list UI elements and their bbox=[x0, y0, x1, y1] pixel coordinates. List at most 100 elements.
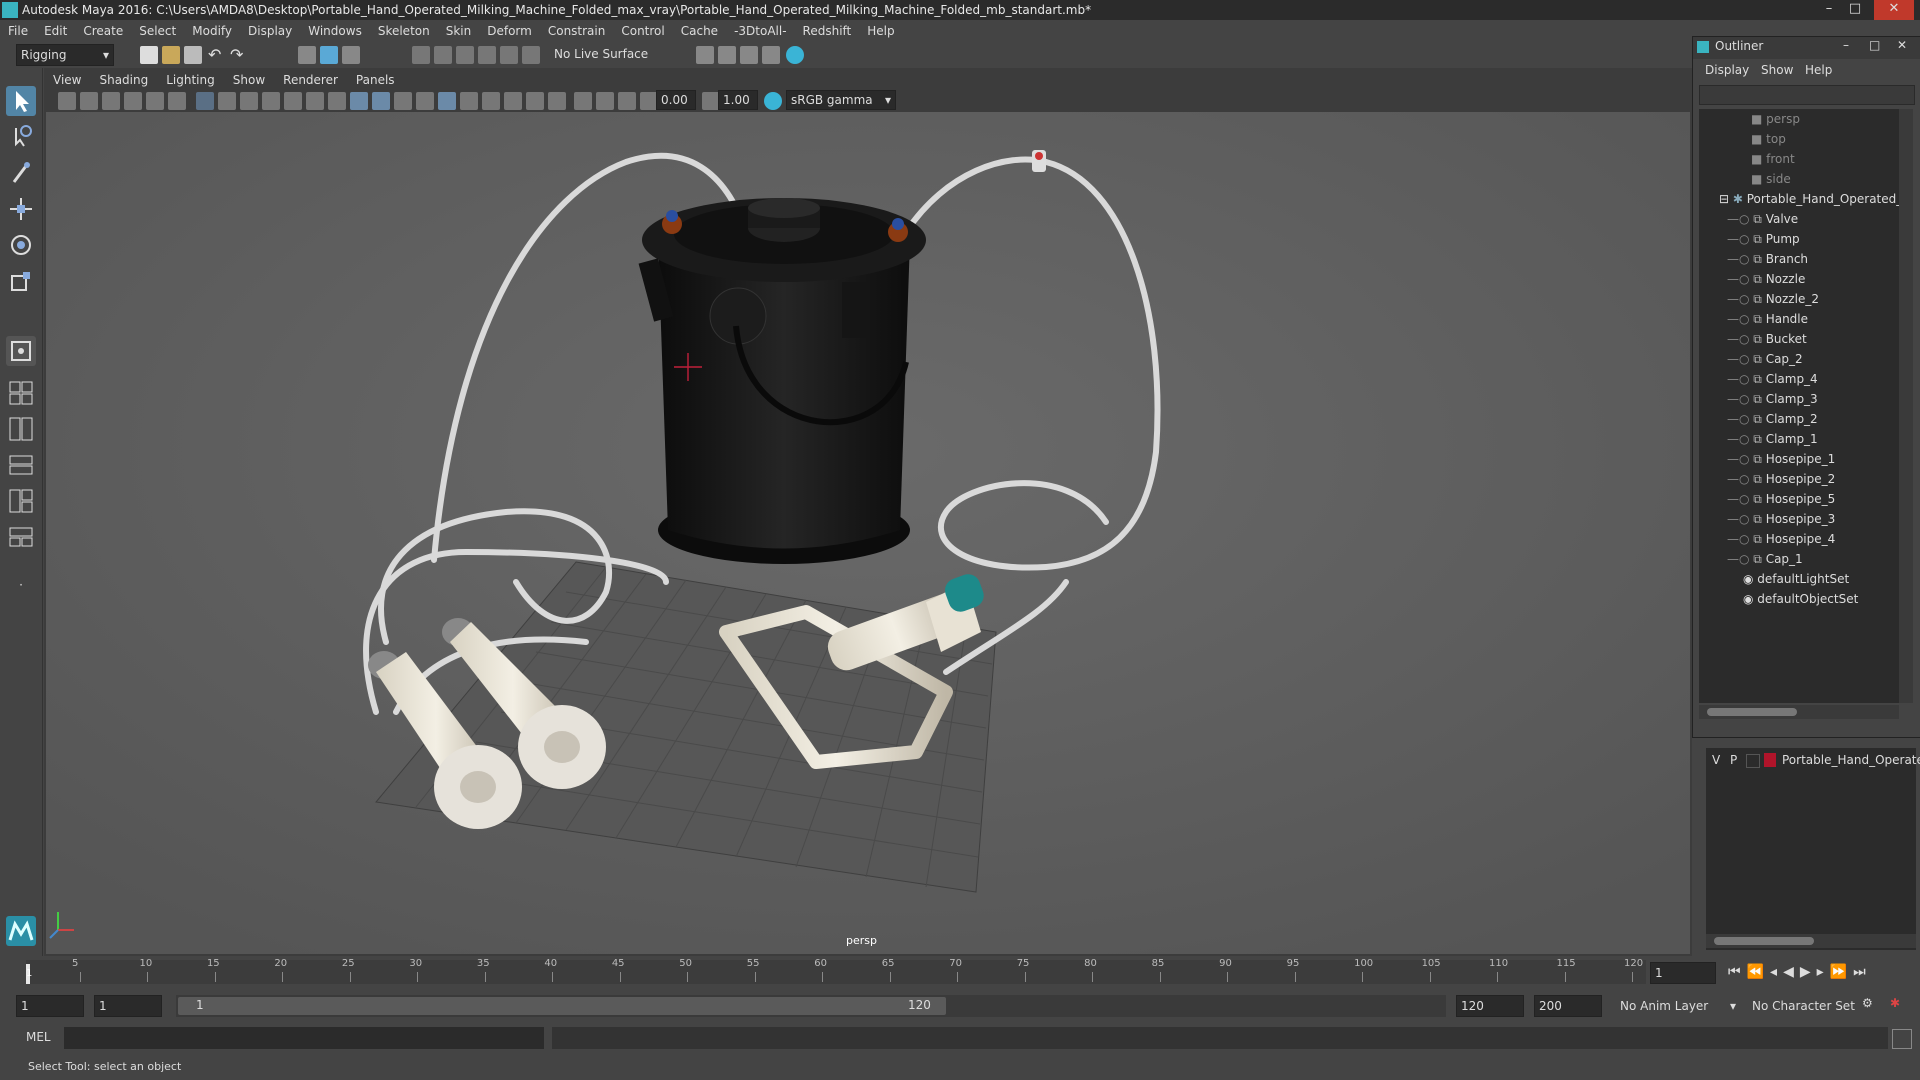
outliner-item-hosepipe-3[interactable]: —○ ⧉ Hosepipe_3 bbox=[1727, 509, 1835, 529]
outliner-item-top[interactable]: ■ top bbox=[1751, 129, 1786, 149]
open-scene-icon[interactable] bbox=[162, 46, 180, 64]
live-surface-field[interactable]: No Live Surface bbox=[550, 44, 650, 64]
gamma-field[interactable]: 1.00 bbox=[718, 90, 758, 110]
select-by-object-icon[interactable] bbox=[320, 46, 338, 64]
outliner-item-clamp-4[interactable]: —○ ⧉ Clamp_4 bbox=[1727, 369, 1818, 389]
outliner-item-valve[interactable]: —○ ⧉ Valve bbox=[1727, 209, 1798, 229]
menu-skeleton[interactable]: Skeleton bbox=[370, 20, 438, 42]
select-tool-icon[interactable] bbox=[6, 86, 36, 116]
resolution-gate-icon[interactable] bbox=[240, 92, 258, 110]
outliner-item-hosepipe-1[interactable]: —○ ⧉ Hosepipe_1 bbox=[1727, 449, 1835, 469]
motion-blur-icon[interactable] bbox=[504, 92, 522, 110]
snap-view-icon[interactable] bbox=[478, 46, 496, 64]
character-set-dropdown[interactable]: No Character Set bbox=[1752, 996, 1872, 1016]
outliner-menu-show[interactable]: Show bbox=[1761, 63, 1793, 77]
playback-start-field[interactable]: 1 bbox=[94, 995, 162, 1017]
outliner-menu-help[interactable]: Help bbox=[1805, 63, 1832, 77]
save-scene-icon[interactable] bbox=[184, 46, 202, 64]
use-all-lights-icon[interactable] bbox=[438, 92, 456, 110]
outliner-item-defaultobjectset[interactable]: ◉ defaultObjectSet bbox=[1743, 589, 1858, 609]
isolate-select-icon[interactable] bbox=[548, 92, 566, 110]
command-input[interactable] bbox=[64, 1027, 544, 1049]
outliner-item-hosepipe-5[interactable]: —○ ⧉ Hosepipe_5 bbox=[1727, 489, 1835, 509]
play-backward-icon[interactable]: ◀ bbox=[1783, 964, 1800, 980]
render-view-icon[interactable] bbox=[762, 46, 780, 64]
shadows-icon[interactable] bbox=[460, 92, 478, 110]
menu-skin[interactable]: Skin bbox=[438, 20, 480, 42]
menu-file[interactable]: File bbox=[0, 20, 36, 42]
play-forward-icon[interactable]: ▶ bbox=[1800, 964, 1817, 980]
undo-icon[interactable]: ↶ bbox=[208, 46, 226, 64]
graph-layout-icon[interactable] bbox=[6, 486, 36, 516]
auto-key-icon[interactable]: ⚙ bbox=[1862, 996, 1880, 1014]
outliner-layout-icon[interactable] bbox=[6, 450, 36, 480]
outliner-item-persp[interactable]: ■ persp bbox=[1751, 109, 1800, 129]
go-to-start-icon[interactable]: ⏮ bbox=[1728, 964, 1747, 980]
step-forward-key-icon[interactable]: ⏩ bbox=[1830, 964, 1853, 980]
render-settings-icon[interactable] bbox=[696, 46, 714, 64]
wireframe-icon[interactable] bbox=[350, 92, 368, 110]
image-plane-icon[interactable] bbox=[124, 92, 142, 110]
more-layouts-icon[interactable]: · bbox=[6, 578, 36, 598]
menu-3dtoall[interactable]: -3DtoAll- bbox=[726, 20, 794, 42]
paint-select-tool-icon[interactable] bbox=[6, 158, 36, 188]
field-chart-icon[interactable] bbox=[284, 92, 302, 110]
menu-control[interactable]: Control bbox=[613, 20, 672, 42]
outliner-item-handle[interactable]: —○ ⧉ Handle bbox=[1727, 309, 1808, 329]
rotate-tool-icon[interactable] bbox=[6, 230, 36, 260]
script-layout-icon[interactable] bbox=[6, 522, 36, 552]
menu-windows[interactable]: Windows bbox=[300, 20, 370, 42]
step-forward-frame-icon[interactable]: ▸ bbox=[1817, 964, 1830, 980]
outliner-item-nozzle-2[interactable]: —○ ⧉ Nozzle_2 bbox=[1727, 289, 1819, 309]
viewport-menu-show[interactable]: Show bbox=[224, 70, 274, 90]
animation-end-field[interactable]: 200 bbox=[1534, 995, 1602, 1017]
playback-end-field[interactable]: 120 bbox=[1456, 995, 1524, 1017]
close-button[interactable]: ✕ bbox=[1874, 0, 1914, 20]
anim-layer-dropdown[interactable]: No Anim Layer ▾ bbox=[1620, 996, 1740, 1016]
outliner-item-hosepipe-2[interactable]: —○ ⧉ Hosepipe_2 bbox=[1727, 469, 1835, 489]
menu-constrain[interactable]: Constrain bbox=[540, 20, 614, 42]
command-language-label[interactable]: MEL bbox=[26, 1030, 51, 1044]
outliner-vertical-scrollbar[interactable] bbox=[1899, 109, 1913, 703]
viewport-menu-view[interactable]: View bbox=[44, 70, 90, 90]
redo-icon[interactable]: ↷ bbox=[230, 46, 248, 64]
menu-redshift[interactable]: Redshift bbox=[795, 20, 860, 42]
outliner-maximize-button[interactable]: □ bbox=[1869, 38, 1880, 52]
grease-pencil-icon[interactable] bbox=[168, 92, 186, 110]
outliner-item-branch[interactable]: —○ ⧉ Branch bbox=[1727, 249, 1808, 269]
outliner-hscroll-thumb[interactable] bbox=[1707, 708, 1797, 716]
snap-grid-icon[interactable] bbox=[412, 46, 430, 64]
viewport-menu-lighting[interactable]: Lighting bbox=[157, 70, 224, 90]
smooth-shade-icon[interactable] bbox=[372, 92, 390, 110]
ipr-render-icon[interactable] bbox=[740, 46, 758, 64]
textured-icon[interactable] bbox=[416, 92, 434, 110]
layer-playback-toggle[interactable]: P bbox=[1730, 750, 1737, 770]
camera-attributes-icon[interactable] bbox=[80, 92, 98, 110]
layer-row[interactable]: V P Portable_Hand_Operate bbox=[1706, 750, 1920, 770]
menu-create[interactable]: Create bbox=[75, 20, 131, 42]
range-slider[interactable]: 1 120 bbox=[176, 995, 1446, 1017]
outliner-horizontal-scrollbar[interactable] bbox=[1699, 705, 1899, 719]
outliner-item-cap-2[interactable]: —○ ⧉ Cap_2 bbox=[1727, 349, 1803, 369]
outliner-item-front[interactable]: ■ front bbox=[1751, 149, 1795, 169]
camera-select-icon[interactable] bbox=[58, 92, 76, 110]
outliner-item-nozzle[interactable]: —○ ⧉ Nozzle bbox=[1727, 269, 1805, 289]
animation-start-field[interactable]: 1 bbox=[16, 995, 84, 1017]
bookmark-icon[interactable] bbox=[102, 92, 120, 110]
outliner-item-root[interactable]: ⊟ ✱ Portable_Hand_Operated_ bbox=[1719, 189, 1899, 209]
time-slider[interactable]: 1 5 10 15 20 25 30 35 40 45 50 55 60 65 70 75 80 85 90 95 1… bbox=[0, 956, 1920, 988]
safe-action-icon[interactable] bbox=[306, 92, 324, 110]
3d-viewport[interactable]: persp bbox=[46, 112, 1690, 954]
viewport-menu-shading[interactable]: Shading bbox=[90, 70, 157, 90]
current-frame-field[interactable]: 1 bbox=[1650, 962, 1716, 984]
script-editor-icon[interactable] bbox=[1892, 1029, 1912, 1049]
range-slider-handle[interactable]: 1 120 bbox=[178, 997, 946, 1015]
exposure-field[interactable]: 0.00 bbox=[656, 90, 696, 110]
menu-cache[interactable]: Cache bbox=[673, 20, 726, 42]
xray-icon[interactable] bbox=[574, 92, 592, 110]
step-back-frame-icon[interactable]: ◂ bbox=[1770, 964, 1783, 980]
anti-aliasing-icon[interactable] bbox=[526, 92, 544, 110]
grid-toggle-icon[interactable] bbox=[196, 92, 214, 110]
xray-components-icon[interactable] bbox=[618, 92, 636, 110]
render-frame-icon[interactable] bbox=[718, 46, 736, 64]
